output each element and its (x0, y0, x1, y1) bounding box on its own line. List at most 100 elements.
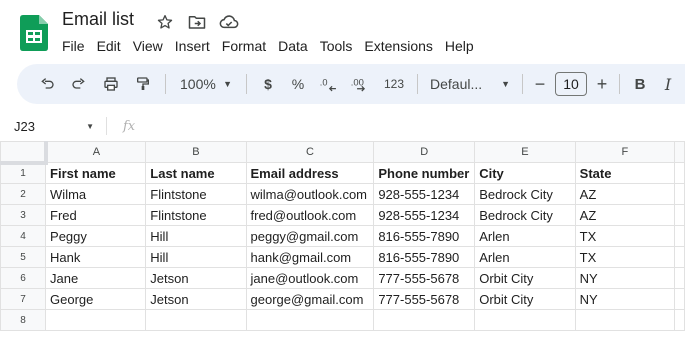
row-header[interactable]: 4 (0, 225, 47, 247)
row-header[interactable]: 3 (0, 204, 47, 226)
cell[interactable]: Last name (145, 162, 247, 184)
menu-view[interactable]: View (127, 36, 169, 56)
row-header[interactable]: 7 (0, 288, 47, 310)
cell[interactable] (145, 309, 247, 331)
cell[interactable] (674, 267, 685, 289)
cell[interactable]: Bedrock City (474, 183, 576, 205)
cell[interactable]: fred@outlook.com (245, 204, 375, 226)
cell[interactable] (674, 309, 685, 331)
cell[interactable] (674, 162, 685, 184)
cell[interactable] (245, 309, 375, 331)
name-box[interactable]: J23 ▼ (0, 119, 100, 134)
cell[interactable]: Hill (145, 246, 247, 268)
cell[interactable]: Jane (45, 267, 147, 289)
zoom-select[interactable]: 100% ▼ (172, 70, 240, 98)
cell[interactable]: peggy@gmail.com (245, 225, 375, 247)
cell[interactable] (574, 309, 676, 331)
increase-font-size-button[interactable]: + (591, 70, 613, 98)
cell[interactable]: 928-555-1234 (373, 183, 476, 205)
bold-button[interactable]: B (626, 70, 654, 98)
cell[interactable]: Phone number (373, 162, 476, 184)
cell[interactable]: Bedrock City (474, 204, 576, 226)
menu-help[interactable]: Help (439, 36, 480, 56)
cell[interactable]: Jetson (145, 288, 247, 310)
cell[interactable] (674, 225, 685, 247)
cell[interactable]: george@gmail.com (245, 288, 375, 310)
cell[interactable]: NY (574, 288, 676, 310)
cell[interactable]: State (574, 162, 676, 184)
cell[interactable]: TX (574, 246, 676, 268)
cell[interactable]: AZ (574, 204, 676, 226)
row-header[interactable]: 1 (0, 162, 47, 184)
menu-file[interactable]: File (62, 36, 91, 56)
cell[interactable] (45, 309, 147, 331)
cell[interactable]: Wilma (45, 183, 147, 205)
paint-format-icon[interactable] (127, 70, 159, 98)
cell[interactable]: Jetson (145, 267, 247, 289)
row-header[interactable]: 6 (0, 267, 47, 289)
cell[interactable] (474, 309, 576, 331)
column-header-partial[interactable] (674, 141, 685, 163)
menu-format[interactable]: Format (216, 36, 272, 56)
cell[interactable]: Arlen (474, 225, 576, 247)
select-all-corner[interactable] (0, 141, 48, 165)
star-icon[interactable] (155, 12, 175, 32)
menu-tools[interactable]: Tools (314, 36, 359, 56)
cell[interactable]: Arlen (474, 246, 576, 268)
column-header[interactable]: A (45, 141, 147, 163)
row-header[interactable]: 5 (0, 246, 47, 268)
document-title[interactable]: Email list (62, 9, 134, 30)
row-header[interactable]: 8 (0, 309, 47, 331)
cell[interactable]: Flintstone (145, 183, 247, 205)
move-folder-icon[interactable] (187, 12, 207, 32)
percent-format-button[interactable]: % (283, 70, 313, 98)
undo-icon[interactable] (31, 70, 63, 98)
cell[interactable]: TX (574, 225, 676, 247)
print-icon[interactable] (95, 70, 127, 98)
decrease-decimal-icon[interactable]: .0 (313, 70, 345, 98)
column-header[interactable]: E (474, 141, 576, 163)
increase-decimal-icon[interactable]: .00 (345, 70, 377, 98)
menu-extensions[interactable]: Extensions (358, 36, 438, 56)
cell[interactable]: Fred (45, 204, 147, 226)
cell[interactable]: First name (45, 162, 147, 184)
sheets-logo[interactable] (20, 15, 48, 51)
cell[interactable]: Email address (245, 162, 375, 184)
cell[interactable]: 777-555-5678 (373, 288, 476, 310)
cell[interactable]: 777-555-5678 (373, 267, 476, 289)
cloud-saved-icon[interactable] (219, 12, 239, 32)
decrease-font-size-button[interactable]: − (529, 70, 551, 98)
column-header[interactable]: F (574, 141, 676, 163)
cell[interactable]: 816-555-7890 (373, 225, 476, 247)
column-header[interactable]: B (145, 141, 247, 163)
cell[interactable]: Orbit City (474, 267, 576, 289)
cell[interactable]: Peggy (45, 225, 147, 247)
more-formats-button[interactable]: 123 (377, 70, 411, 98)
currency-format-button[interactable]: $ (253, 70, 283, 98)
cell[interactable] (674, 204, 685, 226)
cell[interactable]: AZ (574, 183, 676, 205)
cell[interactable] (674, 183, 685, 205)
cell[interactable]: George (45, 288, 147, 310)
cell[interactable]: NY (574, 267, 676, 289)
cell[interactable]: Orbit City (474, 288, 576, 310)
cell[interactable] (674, 246, 685, 268)
font-family-select[interactable]: Defaul... ▼ (424, 70, 516, 98)
redo-icon[interactable] (63, 70, 95, 98)
cell[interactable]: 816-555-7890 (373, 246, 476, 268)
menu-edit[interactable]: Edit (91, 36, 127, 56)
row-header[interactable]: 2 (0, 183, 47, 205)
cell[interactable] (373, 309, 476, 331)
menu-data[interactable]: Data (272, 36, 314, 56)
font-size-input[interactable]: 10 (555, 72, 587, 96)
cell[interactable] (674, 288, 685, 310)
cell[interactable]: jane@outlook.com (245, 267, 375, 289)
cell[interactable]: hank@gmail.com (245, 246, 375, 268)
cell[interactable]: Flintstone (145, 204, 247, 226)
cell[interactable]: City (474, 162, 576, 184)
cell[interactable]: Hank (45, 246, 147, 268)
column-header[interactable]: D (373, 141, 476, 163)
italic-button[interactable]: I (654, 70, 682, 98)
menu-insert[interactable]: Insert (169, 36, 216, 56)
column-header[interactable]: C (245, 141, 375, 163)
